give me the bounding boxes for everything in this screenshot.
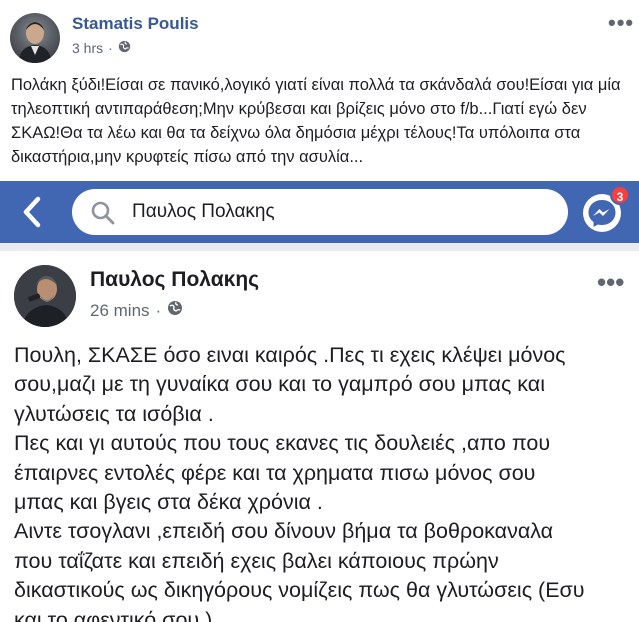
embedded-screenshot[interactable]: Παυλος Πολακης 3 Παυλος Πολακης 26 mins …: [0, 181, 639, 622]
author-name[interactable]: Stamatis Poulis: [72, 14, 199, 34]
text-line: Πες και γι αυτούς που τους εκανες τις δο…: [14, 431, 551, 456]
search-icon: [90, 200, 116, 226]
notification-badge: 3: [610, 185, 630, 205]
mobile-top-bar: Παυλος Πολακης 3: [0, 181, 639, 243]
public-globe-icon[interactable]: [167, 300, 183, 321]
text-line: έπαιρνες εντολές φέρε και τα χρηματα πισ…: [14, 460, 536, 485]
text-line: που ταΐζατε και επειδή εχεις βαλει κάποι…: [14, 548, 499, 573]
embedded-author-name[interactable]: Παυλος Πολακης: [90, 268, 259, 292]
meta-separator: ·: [108, 40, 113, 56]
embedded-more-options-button[interactable]: •••: [597, 269, 624, 295]
text-line: Πουλη, ΣΚΑΣΕ όσο ειναι καιρός .Πες τι εχ…: [14, 343, 566, 367]
text-line: Αιντε τσογλανι ,επειδή σου δίνουν βήμα τ…: [14, 519, 554, 544]
meta-separator: ·: [155, 300, 162, 320]
embedded-author-avatar[interactable]: [14, 265, 76, 327]
post-text: Πολάκη ξύδι!Είσαι σε πανικό,λογικό γιατί…: [11, 76, 621, 166]
public-globe-icon[interactable]: [118, 40, 131, 56]
search-field[interactable]: Παυλος Πολακης: [72, 189, 568, 235]
embedded-post-text: Πουλη, ΣΚΑΣΕ όσο ειναι καιρός .Πες τι εχ…: [14, 341, 629, 622]
back-arrow-icon[interactable]: [18, 193, 46, 231]
embedded-post-time[interactable]: 26 mins: [90, 301, 150, 321]
text-line: δικαστικούς ως δικηγόρους νομίζεις πως θ…: [14, 578, 585, 603]
text-line: και το αφεντικό σου ): [14, 607, 213, 622]
text-line: γλυτώσεις τα ισόβια .: [14, 401, 214, 426]
embedded-post-card: Παυλος Πολακης 26 mins · ••• Πουλη, ΣΚΑΣ…: [0, 243, 639, 622]
text-line: μπας και βγεις στα δέκα χρόνια .: [14, 490, 323, 515]
post-time[interactable]: 3 hrs: [72, 40, 103, 56]
author-avatar[interactable]: [10, 13, 60, 63]
more-options-button[interactable]: •••: [608, 12, 634, 34]
search-query[interactable]: Παυλος Πολακης: [132, 201, 275, 223]
embedded-post-meta: 26 mins ·: [90, 300, 183, 321]
post-meta: 3 hrs ·: [72, 40, 131, 56]
text-line: σου,μαζι με τη γυναίκα σου και το γαμπρό…: [14, 372, 545, 397]
